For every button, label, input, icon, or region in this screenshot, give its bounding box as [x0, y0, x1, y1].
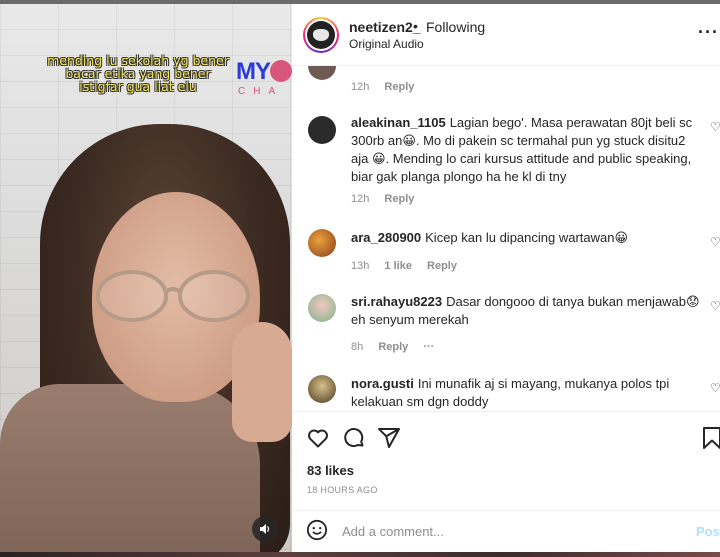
video-person-shirt [0, 384, 260, 552]
audio-link[interactable]: Original Audio [349, 37, 424, 51]
video-caption-line: istigfar gua liat elu [79, 79, 197, 94]
post-actions: 83 likes 18 HOURS AGO [292, 411, 720, 497]
more-options-icon[interactable]: ··· [698, 22, 719, 43]
mute-button[interactable] [252, 516, 278, 542]
add-comment-bar: Post [292, 510, 720, 552]
header-separator: • [413, 18, 418, 34]
comment-avatar[interactable] [308, 229, 336, 257]
reply-button[interactable]: Reply [384, 193, 414, 205]
post-panel: neetizen2_ • Following Original Audio ··… [292, 4, 720, 552]
comment-text: sri.rahayu8223 Dasar dongooo di tanya buk… [351, 293, 701, 329]
video-person-hand [232, 322, 292, 442]
like-comment-heart-icon[interactable]: ♡ [710, 381, 720, 395]
comment-username[interactable]: ara_280900 [351, 230, 421, 245]
author-avatar-border [305, 19, 337, 51]
video-caption: mending lu sekolah yg bener bacar etika … [38, 54, 238, 93]
likes-count[interactable]: 83 likes [307, 463, 354, 478]
video-person-glasses [96, 270, 250, 322]
post-timestamp: 18 HOURS AGO [307, 485, 378, 495]
comment-username[interactable]: aleakinan_1105 [351, 115, 446, 130]
reply-button[interactable]: Reply [384, 81, 414, 93]
comment-text: nora.gusti Ini munafik aj si mayang, muka… [351, 375, 701, 411]
reply-button[interactable]: Reply [378, 341, 408, 353]
post-comment-button[interactable]: Post [696, 524, 720, 539]
post-header: neetizen2_ • Following Original Audio ··… [292, 4, 720, 66]
comment-meta: 8h Reply ··· [351, 341, 446, 353]
comment-time: 8h [351, 341, 364, 353]
comment-input[interactable] [342, 520, 642, 542]
comment-time: 13h [351, 260, 370, 272]
comment-meta: 12h Reply [351, 81, 426, 93]
comment-meta: 13h 1 like Reply [351, 260, 469, 272]
channel-logo-mark [270, 60, 292, 82]
author-username[interactable]: neetizen2_ [349, 19, 421, 35]
author-avatar-image [307, 21, 335, 49]
post-video[interactable]: mending lu sekolah yg bener bacar etika … [0, 4, 292, 552]
comment-avatar[interactable] [308, 294, 336, 322]
reply-button[interactable]: Reply [427, 260, 457, 272]
bookmark-icon[interactable] [700, 426, 720, 450]
comment-like-count[interactable]: 1 like [384, 260, 412, 272]
comment-avatar[interactable] [308, 66, 336, 80]
like-comment-heart-icon[interactable]: ♡ [710, 235, 720, 249]
comment-avatar[interactable] [308, 375, 336, 403]
channel-logo-text: MY [236, 58, 271, 85]
comment-time: 12h [351, 81, 370, 93]
comment-meta: 12h Reply [351, 193, 426, 205]
comment-icon[interactable] [342, 426, 366, 450]
comment-more-options-icon[interactable]: ··· [423, 341, 434, 353]
comment-text: ara_280900 Kicep kan lu dipancing wartawa… [351, 229, 701, 247]
like-comment-heart-icon[interactable]: ♡ [710, 120, 720, 134]
comment-body: Kicep kan lu dipancing wartawan😀 [425, 230, 629, 245]
window-bottom-strip [0, 552, 720, 557]
emoji-icon[interactable] [306, 519, 328, 541]
share-icon[interactable] [377, 426, 401, 450]
comment-username[interactable]: nora.gusti [351, 376, 414, 391]
speaker-icon [260, 524, 270, 534]
channel-logo-subtext: CHA [238, 86, 284, 97]
following-button[interactable]: Following [426, 19, 485, 35]
comment-avatar[interactable] [308, 116, 336, 144]
comment-username[interactable]: sri.rahayu8223 [351, 294, 442, 309]
channel-logo: MY [236, 58, 292, 86]
comment-text: aleakinan_1105 Lagian bego'. Masa perawat… [351, 114, 701, 186]
comments-list[interactable]: 12h Reply aleakinan_1105 Lagian bego'. Ma… [292, 66, 720, 411]
comment-time: 12h [351, 193, 370, 205]
like-comment-heart-icon[interactable]: ♡ [710, 299, 720, 313]
author-avatar[interactable] [303, 17, 339, 53]
heart-icon[interactable] [306, 426, 330, 450]
